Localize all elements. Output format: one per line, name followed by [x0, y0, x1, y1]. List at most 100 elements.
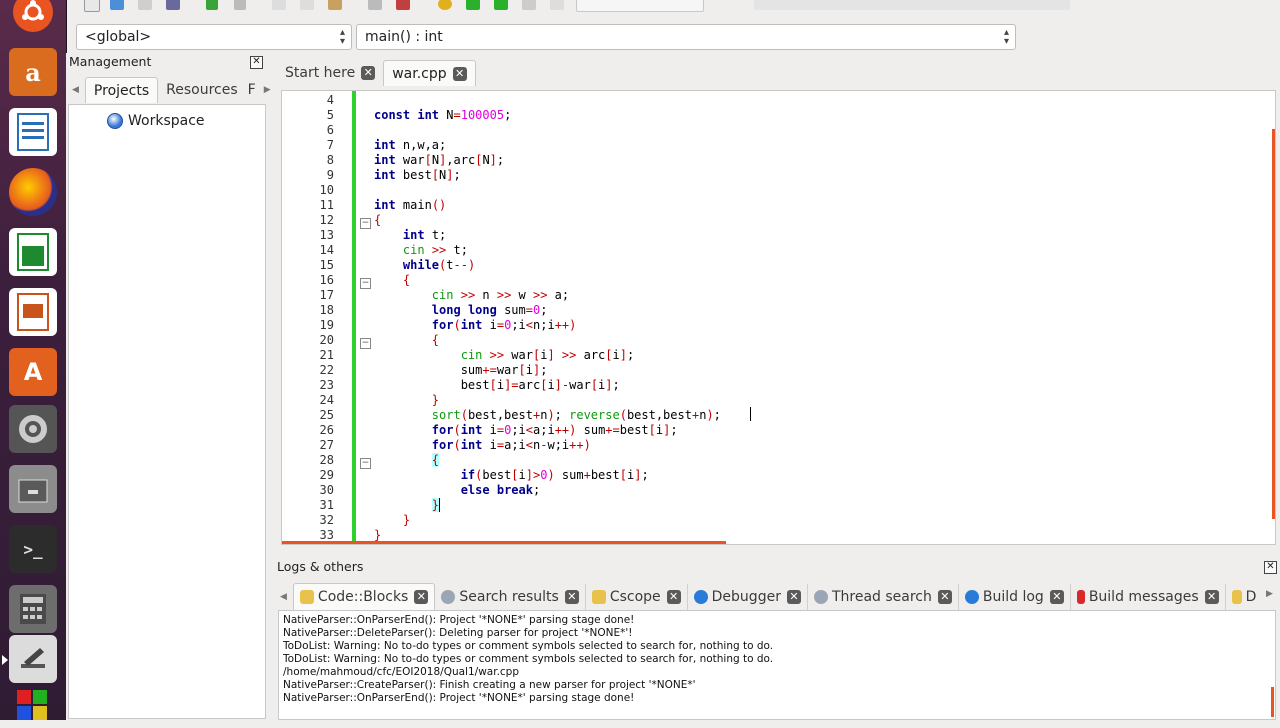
find-icon[interactable]	[368, 0, 382, 10]
editor-horizontal-scrollbar[interactable]	[282, 541, 726, 544]
amazon-icon[interactable]: a	[9, 48, 57, 96]
code-line: }	[374, 528, 382, 542]
text-editor-icon[interactable]	[2, 635, 57, 683]
tab-files[interactable]: F	[246, 77, 264, 103]
log-line: NativeParser::OnParserEnd(): Project '*N…	[283, 614, 635, 626]
run-icon[interactable]	[466, 0, 480, 10]
line-number: 19	[319, 318, 334, 332]
code-line: for(int i=0;i<n;i++)	[431, 318, 577, 332]
close-tab-icon[interactable]: ✕	[414, 590, 429, 604]
log-output[interactable]: NativeParser::OnParserEnd(): Project '*N…	[278, 610, 1276, 720]
line-number: 32	[319, 513, 334, 527]
open-file-icon[interactable]	[110, 0, 124, 10]
tab-label: Search results	[459, 589, 559, 605]
tab-cscope[interactable]: Cscope ✕	[586, 584, 688, 610]
workspace-label: Workspace	[128, 113, 205, 129]
terminal-icon[interactable]: >_	[9, 525, 57, 573]
function-combo-value: main() : int	[365, 29, 443, 45]
save-icon[interactable]	[138, 0, 152, 10]
copy-icon[interactable]	[300, 0, 314, 10]
undo-icon[interactable]	[206, 0, 218, 10]
unity-launcher: a A >_	[0, 0, 67, 720]
line-number: 28	[319, 453, 334, 467]
tab-build-log[interactable]: Build log ✕	[959, 584, 1071, 610]
tab-codeblocks-log[interactable]: Code::Blocks ✕	[292, 583, 436, 610]
line-number: 7	[326, 138, 334, 152]
code-line: }	[431, 498, 441, 512]
scope-combo[interactable]: <global> ▴ ▾	[76, 24, 352, 50]
software-center-icon[interactable]: A	[9, 348, 57, 396]
fold-toggle-icon[interactable]: −	[360, 278, 371, 289]
libreoffice-calc-icon[interactable]	[9, 228, 57, 276]
tab-war-cpp-label: war.cpp	[392, 65, 447, 82]
tab-resources[interactable]: Resources	[158, 77, 246, 103]
settings-gear-icon[interactable]	[9, 405, 57, 453]
pencil-icon	[299, 590, 314, 604]
code-line: best[i]=arc[i]-war[i];	[374, 378, 620, 392]
build-run-icon[interactable]	[494, 0, 508, 10]
close-tab-icon[interactable]: ✕	[937, 590, 952, 604]
workspace-node[interactable]: Workspace	[107, 113, 205, 129]
fold-toggle-icon[interactable]: −	[360, 218, 371, 229]
tab-scroll-right-icon[interactable]: ▶	[264, 85, 273, 103]
build-target-combo[interactable]	[576, 0, 704, 12]
line-number: 8	[326, 153, 334, 167]
close-tab-icon[interactable]: ✕	[361, 66, 376, 80]
tab-label: Cscope	[609, 589, 661, 605]
line-number: 9	[326, 168, 334, 182]
tab-search-results[interactable]: Search results ✕	[435, 584, 586, 610]
line-number: 15	[319, 258, 334, 272]
tab-start-here[interactable]: Start here ✕	[277, 60, 383, 86]
close-tab-icon[interactable]: ✕	[564, 590, 579, 604]
replace-icon[interactable]	[396, 0, 410, 10]
tab-debugger[interactable]: Debugger ✕	[688, 584, 808, 610]
ubuntu-dash-icon[interactable]	[13, 0, 53, 32]
code-line: {	[374, 213, 382, 227]
cut-icon[interactable]	[272, 0, 286, 10]
close-tab-icon[interactable]: ✕	[452, 66, 467, 81]
build-gear-icon[interactable]	[438, 0, 452, 10]
debug-icons-strip[interactable]	[754, 0, 1070, 10]
close-tab-icon[interactable]: ✕	[1049, 590, 1064, 604]
tab-debug-overflow[interactable]: D	[1226, 584, 1263, 610]
log-scrollbar[interactable]	[1271, 687, 1274, 717]
project-tree[interactable]: Workspace	[68, 104, 266, 719]
close-management-button[interactable]: ✕	[250, 56, 263, 69]
fold-toggle-icon[interactable]: −	[360, 458, 371, 469]
logs-title: Logs & others	[277, 559, 364, 574]
firefox-icon[interactable]	[9, 168, 57, 216]
libreoffice-writer-icon[interactable]	[9, 108, 57, 156]
paste-icon[interactable]	[328, 0, 342, 10]
function-combo[interactable]: main() : int ▴ ▾	[356, 24, 1016, 50]
fold-toggle-icon[interactable]: −	[360, 338, 371, 349]
tab-build-messages[interactable]: Build messages ✕	[1071, 584, 1226, 610]
code-editor[interactable]: 4 5 6 7 8 9 10 11 12 13 14 15 16 17 18 1…	[281, 90, 1276, 545]
close-tab-icon[interactable]: ✕	[666, 590, 681, 604]
close-logs-button[interactable]: ✕	[1264, 561, 1277, 574]
close-tab-icon[interactable]: ✕	[786, 590, 801, 604]
calculator-icon[interactable]	[9, 585, 57, 633]
line-number: 30	[319, 483, 334, 497]
log-line: ToDoList: Warning: No to-do types or com…	[283, 640, 774, 652]
tab-scroll-right-icon[interactable]: ▶	[1266, 589, 1273, 599]
new-file-icon[interactable]	[84, 0, 100, 12]
tab-war-cpp[interactable]: war.cpp ✕	[383, 60, 476, 86]
tab-scroll-left-icon[interactable]: ◀	[68, 85, 85, 103]
log-line: NativeParser::OnParserEnd(): Project '*N…	[283, 692, 635, 704]
redo-icon[interactable]	[234, 0, 246, 10]
pencil-icon	[1231, 590, 1242, 604]
editor-vertical-scrollbar[interactable]	[1269, 91, 1275, 544]
tab-thread-search[interactable]: Thread search ✕	[808, 584, 959, 610]
tab-projects[interactable]: Projects	[84, 77, 159, 103]
code-line: int war[N],arc[N];	[374, 153, 505, 167]
mouse-ibeam-cursor	[750, 407, 753, 421]
files-drawer-icon[interactable]	[9, 465, 57, 513]
libreoffice-impress-icon[interactable]	[9, 288, 57, 336]
save-all-icon[interactable]	[166, 0, 180, 10]
rebuild-icon[interactable]	[522, 0, 536, 10]
main-toolbar	[66, 0, 1280, 16]
tab-scroll-left-icon[interactable]: ◀	[278, 592, 293, 610]
close-tab-icon[interactable]: ✕	[1204, 590, 1219, 604]
abort-icon[interactable]	[550, 0, 564, 10]
codeblocks-icon[interactable]	[9, 680, 57, 728]
